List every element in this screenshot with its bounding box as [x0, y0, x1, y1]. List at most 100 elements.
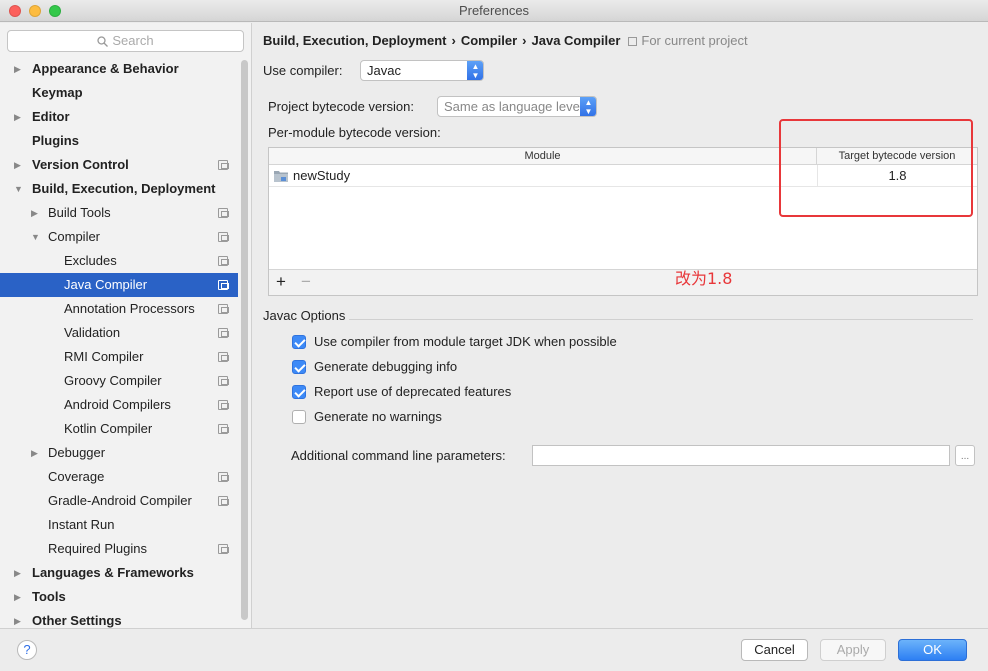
- params-expand-button[interactable]: ...: [955, 445, 975, 466]
- sidebar-item[interactable]: ▶ Other Settings: [0, 609, 238, 628]
- project-scope-icon: [218, 256, 229, 266]
- collapsed-arrow-icon[interactable]: ▶: [14, 561, 24, 585]
- use-compiler-value: Javac: [367, 63, 401, 78]
- breadcrumb-item: Java Compiler: [531, 33, 621, 48]
- add-module-button[interactable]: +: [276, 272, 286, 292]
- sidebar-item-label: Groovy Compiler: [64, 373, 162, 388]
- sidebar-item-label: Tools: [32, 589, 66, 604]
- breadcrumb-item: Build, Execution, Deployment: [263, 33, 447, 48]
- ok-button[interactable]: OK: [898, 639, 967, 661]
- sidebar-item-label: Plugins: [32, 133, 79, 148]
- breadcrumb-separator: ›: [451, 33, 456, 48]
- sidebar-item[interactable]: Instant Run: [0, 513, 238, 537]
- sidebar-item[interactable]: ▶ Editor: [0, 105, 238, 129]
- javac-option-label: Generate debugging info: [314, 359, 458, 374]
- project-scope-icon: [218, 352, 229, 362]
- project-scope-icon: [218, 496, 229, 506]
- remove-module-button[interactable]: −: [301, 272, 311, 292]
- expanded-arrow-icon[interactable]: ▼: [31, 225, 41, 249]
- sidebar-item-label: Instant Run: [48, 517, 115, 532]
- module-name-cell: newStudy: [293, 168, 351, 183]
- sidebar-item-label: Java Compiler: [64, 277, 148, 292]
- collapsed-arrow-icon[interactable]: ▶: [14, 57, 24, 81]
- column-header-module[interactable]: Module: [269, 148, 817, 165]
- collapsed-arrow-icon[interactable]: ▶: [14, 585, 24, 609]
- checkbox-checked[interactable]: [292, 385, 306, 399]
- sidebar-item[interactable]: ▼ Build, Execution, Deployment: [0, 177, 238, 201]
- sidebar-item[interactable]: ▶ Tools: [0, 585, 238, 609]
- search-placeholder: Search: [112, 33, 154, 48]
- project-scope-icon: [218, 472, 229, 482]
- per-module-label: Per-module bytecode version:: [268, 125, 441, 140]
- sidebar-item-label: Validation: [64, 325, 121, 340]
- params-input[interactable]: [532, 445, 950, 466]
- project-scope-icon: [218, 328, 229, 338]
- sidebar-item[interactable]: RMI Compiler: [0, 345, 238, 369]
- params-label: Additional command line parameters:: [291, 448, 506, 463]
- minimize-window-button[interactable]: [29, 5, 41, 17]
- sidebar-item[interactable]: Java Compiler: [0, 273, 238, 297]
- sidebar-item[interactable]: ▶ Appearance & Behavior: [0, 57, 238, 81]
- checkbox-unchecked[interactable]: [292, 410, 306, 424]
- cancel-button[interactable]: Cancel: [741, 639, 808, 661]
- sidebar-item[interactable]: ▼ Compiler: [0, 225, 238, 249]
- sidebar-item-label: Keymap: [32, 85, 83, 100]
- sidebar-scrollbar[interactable]: [241, 60, 248, 620]
- sidebar-item-label: Languages & Frameworks: [32, 565, 194, 580]
- javac-option-label: Use compiler from module target JDK when…: [314, 334, 617, 349]
- collapsed-arrow-icon[interactable]: ▶: [31, 441, 41, 465]
- sidebar-item[interactable]: Coverage: [0, 465, 238, 489]
- sidebar-item-label: Required Plugins: [48, 541, 148, 556]
- sidebar-item[interactable]: Annotation Processors: [0, 297, 238, 321]
- sidebar-item-label: Build Tools: [48, 205, 111, 220]
- project-scope-icon: [218, 544, 229, 554]
- sidebar-item-label: Kotlin Compiler: [64, 421, 153, 436]
- dialog-footer: ? Cancel Apply OK: [0, 628, 988, 671]
- project-bytecode-select[interactable]: Same as language level ▲ ▼: [437, 96, 597, 117]
- javac-options-title: Javac Options: [263, 308, 346, 323]
- sidebar-item[interactable]: Plugins: [0, 129, 238, 153]
- sidebar-item-label: Appearance & Behavior: [32, 61, 179, 76]
- checkbox-checked[interactable]: [292, 335, 306, 349]
- sidebar-item-label: Editor: [32, 109, 70, 124]
- collapsed-arrow-icon[interactable]: ▶: [14, 153, 24, 177]
- sidebar-item[interactable]: ▶ Version Control: [0, 153, 238, 177]
- sidebar-item[interactable]: Gradle-Android Compiler: [0, 489, 238, 513]
- sidebar-item[interactable]: Android Compilers: [0, 393, 238, 417]
- sidebar-item-label: Excludes: [64, 253, 117, 268]
- close-window-button[interactable]: [9, 5, 21, 17]
- expanded-arrow-icon[interactable]: ▼: [14, 177, 24, 201]
- sidebar-item[interactable]: Excludes: [0, 249, 238, 273]
- highlight-annotation-box: [779, 119, 973, 217]
- sidebar-item-label: RMI Compiler: [64, 349, 144, 364]
- window-title: Preferences: [458, 3, 530, 18]
- use-compiler-select[interactable]: Javac ▲ ▼: [360, 60, 484, 81]
- collapsed-arrow-icon[interactable]: ▶: [14, 609, 24, 628]
- collapsed-arrow-icon[interactable]: ▶: [31, 201, 41, 225]
- zoom-window-button[interactable]: [49, 5, 61, 17]
- sidebar-item[interactable]: ▶ Build Tools: [0, 201, 238, 225]
- apply-button[interactable]: Apply: [820, 639, 886, 661]
- sidebar-item[interactable]: Groovy Compiler: [0, 369, 238, 393]
- checkbox-checked[interactable]: [292, 360, 306, 374]
- sidebar-item[interactable]: ▶ Languages & Frameworks: [0, 561, 238, 585]
- breadcrumb: Build, Execution, Deployment › Compiler › Ja…: [263, 33, 748, 48]
- sidebar-item-label: Version Control: [32, 157, 129, 172]
- collapsed-arrow-icon[interactable]: ▶: [14, 105, 24, 129]
- javac-option-label: Generate no warnings: [314, 409, 442, 424]
- sidebar-item[interactable]: ▶ Debugger: [0, 441, 238, 465]
- help-button[interactable]: ?: [17, 640, 37, 660]
- breadcrumb-item: Compiler: [460, 33, 518, 48]
- sidebar-item[interactable]: Kotlin Compiler: [0, 417, 238, 441]
- title-bar: Preferences: [0, 0, 988, 22]
- search-field[interactable]: Search: [7, 30, 244, 52]
- sidebar-item[interactable]: Validation: [0, 321, 238, 345]
- project-scope-icon: [218, 280, 229, 290]
- sidebar-item[interactable]: Keymap: [0, 81, 238, 105]
- sidebar-item[interactable]: Required Plugins: [0, 537, 238, 561]
- project-scope-icon: [218, 376, 229, 386]
- sidebar-item-label: Other Settings: [32, 613, 122, 628]
- project-scope-icon: [218, 400, 229, 410]
- scope-label: For current project: [628, 33, 748, 48]
- annotation-note: 改为1.8: [675, 269, 733, 288]
